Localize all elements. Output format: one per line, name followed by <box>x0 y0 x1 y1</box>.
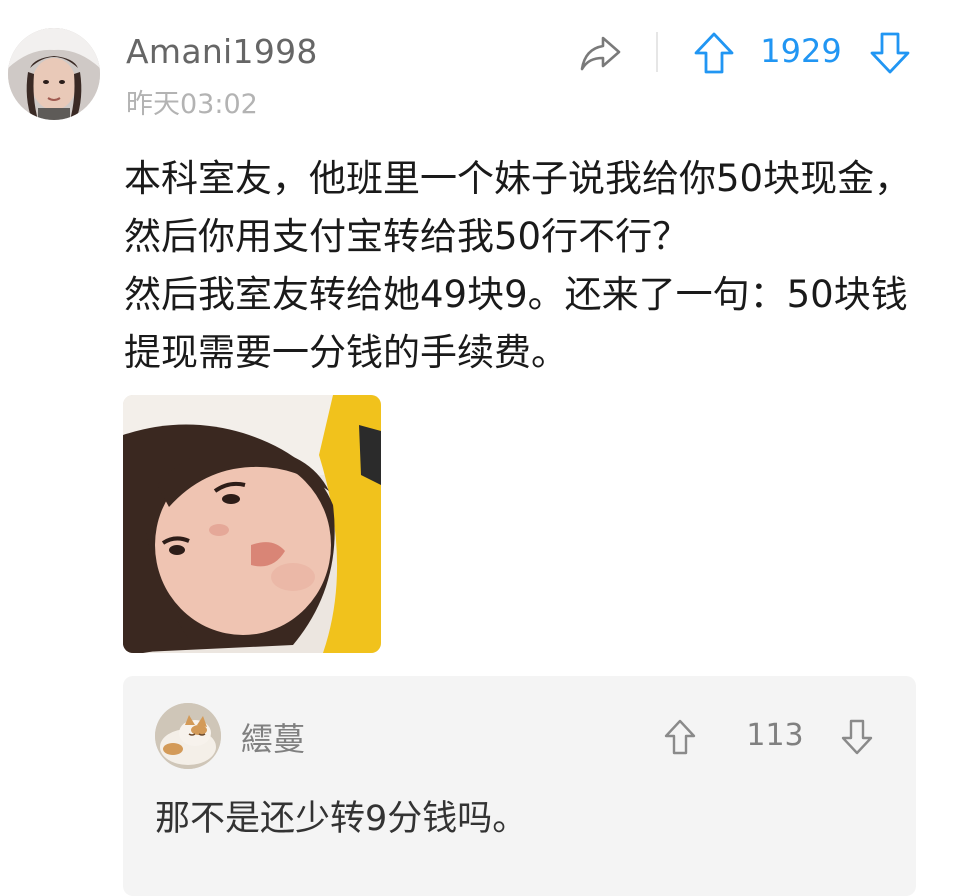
post-content: 本科室友，他班里一个妹子说我给你50块现金，然后你用支付宝转给我50行不行？ 然… <box>124 150 924 382</box>
reply-author-name[interactable]: 繧蔓 <box>241 714 305 760</box>
post-author-name[interactable]: Amani1998 <box>126 32 318 71</box>
post-image[interactable] <box>123 395 381 653</box>
post-timestamp: 昨天03:02 <box>126 89 258 120</box>
cat-avatar-photo <box>155 703 221 769</box>
downvote-arrow-icon[interactable] <box>868 30 912 76</box>
reply-vote-count: 113 <box>746 718 804 753</box>
header-divider <box>656 32 658 72</box>
post-vote-count: 1929 <box>760 32 842 70</box>
reply-card: 繧蔓 113 那不是还少转9分钱吗。 <box>123 676 916 896</box>
reply-text: 那不是还少转9分钱吗。 <box>155 799 528 839</box>
share-icon[interactable] <box>578 30 624 76</box>
reply-downvote-arrow-icon[interactable] <box>840 718 874 756</box>
upvote-arrow-icon[interactable] <box>692 30 736 76</box>
avatar[interactable] <box>8 28 100 120</box>
meme-photo <box>123 395 381 653</box>
post-paragraph: 然后我室友转给她49块9。还来了一句：50块钱提现需要一分钱的手续费。 <box>124 273 908 374</box>
reply-avatar[interactable] <box>155 703 221 769</box>
reply-upvote-arrow-icon[interactable] <box>663 718 697 756</box>
avatar-photo <box>8 28 100 120</box>
post-paragraph: 本科室友，他班里一个妹子说我给你50块现金，然后你用支付宝转给我50行不行？ <box>124 157 912 258</box>
